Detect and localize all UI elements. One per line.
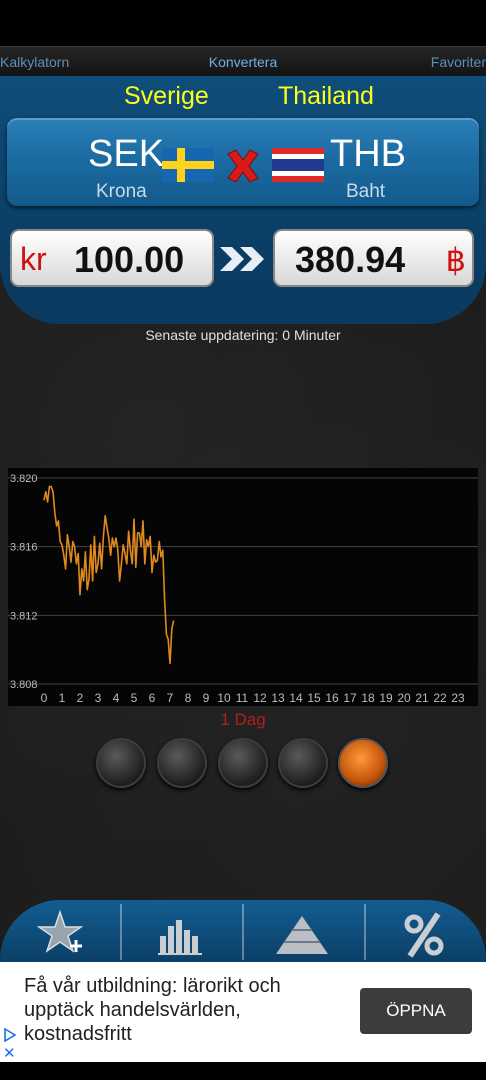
from-currency-name: Krona xyxy=(96,181,147,202)
x-tick-label: 7 xyxy=(167,691,174,705)
from-amount-value: 100.00 xyxy=(74,239,185,280)
x-tick-label: 16 xyxy=(325,691,339,705)
to-country[interactable]: Thailand xyxy=(278,82,374,111)
period-button[interactable] xyxy=(278,738,328,788)
from-amount-field[interactable]: kr 100.00 xyxy=(10,229,214,287)
y-tick-label: 3.816 xyxy=(10,542,38,554)
ad-open-button[interactable]: ÖPPNA xyxy=(360,988,472,1034)
flag-th-icon[interactable] xyxy=(272,148,324,182)
rate-chart-svg: 3.8203.8163.8123.8080 1 2 3 4 5 6 7 8 9 10 11 12 13 14… xyxy=(8,468,478,706)
x-tick-label: 4 xyxy=(113,691,120,705)
x-tick-label: 12 xyxy=(253,691,267,705)
to-amount-value: 380.94 xyxy=(295,239,406,280)
x-tick-label: 3 xyxy=(95,691,102,705)
ad-play-icon[interactable] xyxy=(3,1028,17,1042)
x-tick-label: 11 xyxy=(236,691,249,705)
tab-favorites[interactable]: Favoriter xyxy=(431,54,486,70)
x-tick-label: 19 xyxy=(379,691,393,705)
period-button[interactable] xyxy=(218,738,268,788)
to-currency-symbol: ฿ xyxy=(445,242,466,278)
swap-icon[interactable] xyxy=(222,146,264,186)
x-tick-label: 8 xyxy=(185,691,192,705)
flag-se-icon[interactable] xyxy=(162,148,214,182)
nav-percent[interactable] xyxy=(366,900,486,962)
y-tick-label: 3.820 xyxy=(10,473,38,485)
x-tick-label: 0 xyxy=(41,691,48,705)
nav-chart[interactable] xyxy=(122,900,242,962)
ad-text[interactable]: Få vår utbildning: lärorikt och upptäck … xyxy=(24,974,344,1046)
x-tick-label: 13 xyxy=(271,691,285,705)
x-tick-label: 9 xyxy=(203,691,210,705)
period-button[interactable] xyxy=(157,738,207,788)
from-country[interactable]: Sverige xyxy=(124,82,209,111)
double-arrow-icon xyxy=(220,247,264,271)
status-bar xyxy=(0,0,486,46)
rate-chart: 3.820 3.816 3.812 3.808 0 1 2 3 4 5 6 7 8 9 10 11 12 13 14… xyxy=(8,468,478,706)
tab-convert[interactable]: Konvertera xyxy=(0,54,486,70)
x-tick-label: 10 xyxy=(217,691,231,705)
period-button[interactable] xyxy=(338,738,388,788)
x-tick-label: 23 xyxy=(451,691,465,705)
nav-add-favorite[interactable] xyxy=(0,900,120,962)
pyramid-icon xyxy=(276,916,328,954)
x-tick-label: 18 xyxy=(361,691,375,705)
add-favorite-icon xyxy=(36,909,84,953)
system-nav-bar xyxy=(0,1062,486,1080)
from-currency-symbol: kr xyxy=(20,241,47,277)
chart-period-label: 1 Dag xyxy=(220,710,266,729)
x-tick-label: 15 xyxy=(307,691,321,705)
x-tick-label: 22 xyxy=(433,691,447,705)
x-tick-label: 2 xyxy=(77,691,84,705)
x-tick-label: 14 xyxy=(289,691,303,705)
to-amount-field[interactable]: 380.94 ฿ xyxy=(273,229,474,287)
to-currency-code[interactable]: THB xyxy=(330,133,406,176)
last-update-text: Senaste uppdatering: 0 Minuter xyxy=(145,327,341,343)
from-currency-code[interactable]: SEK xyxy=(88,133,164,176)
x-tick-label: 1 xyxy=(59,691,66,705)
y-tick-label: 3.812 xyxy=(10,610,38,622)
y-tick-label: 3.808 xyxy=(10,679,38,691)
x-tick-label: 17 xyxy=(343,691,357,705)
nav-pyramid[interactable] xyxy=(244,900,364,962)
x-tick-label: 21 xyxy=(415,691,429,705)
chart-icon xyxy=(158,920,202,955)
x-tick-label: 6 xyxy=(149,691,156,705)
x-tick-label: 5 xyxy=(131,691,138,705)
chart-background xyxy=(8,468,478,706)
to-currency-name: Baht xyxy=(346,181,386,202)
ad-close-icon[interactable]: ✕ xyxy=(3,1044,16,1062)
top-tab-bar: Kalkylatorn Konvertera Favoriter xyxy=(0,46,486,77)
x-tick-label: 20 xyxy=(397,691,411,705)
percent-icon xyxy=(404,912,444,958)
period-button[interactable] xyxy=(96,738,146,788)
